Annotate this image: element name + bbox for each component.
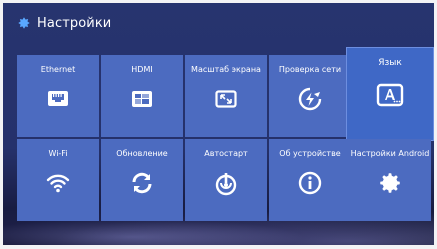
settings-grid: Ethernet HDMI Масштаб экрана Проверка се… (17, 48, 433, 221)
hdmi-icon (132, 91, 152, 107)
tile-wifi[interactable]: Wi-Fi (17, 139, 99, 221)
gear-icon (18, 17, 30, 29)
tv-settings-screen: Настройки Ethernet HDMI Масштаб экрана П… (3, 3, 434, 245)
tile-language[interactable]: Язык (347, 48, 433, 140)
tile-label: Масштаб экрана (191, 65, 261, 74)
tile-label: Обновление (116, 149, 168, 158)
tile-label: Автостарт (204, 149, 248, 158)
tile-label: Настройки Android (350, 149, 430, 158)
tile-about-device[interactable]: Об устройстве (269, 139, 351, 221)
tile-hdmi[interactable]: HDMI (101, 55, 183, 137)
language-icon (376, 83, 404, 107)
wifi-icon (46, 174, 70, 193)
refresh-icon (132, 172, 152, 194)
tile-label: Wi-Fi (48, 149, 68, 158)
info-icon (298, 171, 322, 195)
tile-label: Ethernet (40, 65, 76, 74)
tile-autostart[interactable]: Автостарт (185, 139, 267, 221)
header: Настройки (17, 13, 111, 33)
tile-label: HDMI (131, 65, 153, 74)
page-title: Настройки (37, 15, 112, 31)
tile-label: Язык (378, 58, 402, 68)
screen-scale-icon (215, 90, 237, 108)
gear-icon (380, 173, 400, 193)
tile-android-settings[interactable]: Настройки Android (349, 139, 431, 221)
tile-update[interactable]: Обновление (101, 139, 183, 221)
autostart-icon (215, 173, 237, 196)
network-check-icon (298, 87, 322, 111)
tile-screen-scale[interactable]: Масштаб экрана (185, 55, 267, 137)
ethernet-icon (48, 91, 68, 106)
tile-label: Об устройстве (279, 149, 341, 158)
tile-ethernet[interactable]: Ethernet (17, 55, 99, 137)
tile-label: Проверка сети (278, 65, 342, 74)
tile-network-check[interactable]: Проверка сети (269, 55, 351, 137)
